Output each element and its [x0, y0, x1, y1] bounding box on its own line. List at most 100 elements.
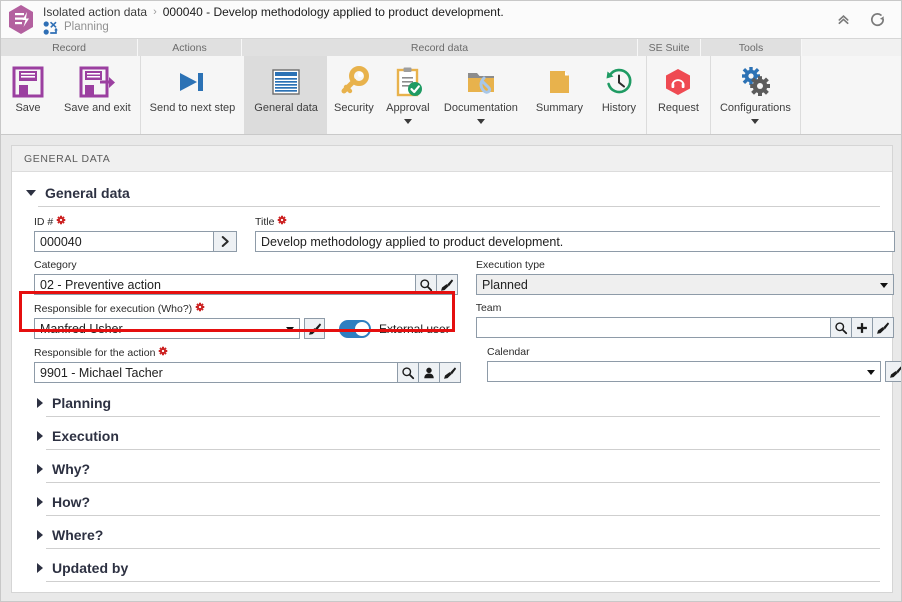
section-divider — [46, 548, 880, 549]
history-button[interactable]: History — [592, 56, 646, 134]
section-planning-header[interactable]: Planning — [34, 390, 880, 416]
section-where-title: Where? — [52, 527, 104, 543]
category-input[interactable]: 02 - Preventive action — [34, 274, 416, 295]
section-why-header[interactable]: Why? — [34, 456, 880, 482]
request-button[interactable]: Request — [647, 56, 710, 134]
chevron-down-icon — [867, 369, 875, 375]
ribbon-group-record: Save Save and exit — [1, 56, 141, 134]
brush-icon[interactable] — [885, 361, 901, 382]
chevron-right-icon — [37, 563, 43, 573]
approval-clipboard-icon — [391, 62, 425, 102]
field-responsible-action-label: Responsible for the action — [34, 346, 461, 360]
field-responsible-execution: Responsible for execution (Who?) Manfred… — [34, 302, 450, 339]
approval-button[interactable]: Approval — [381, 56, 435, 134]
request-label: Request — [657, 102, 699, 114]
section-general-data-header[interactable]: General data — [24, 180, 880, 206]
field-id-label-text: ID # — [34, 215, 54, 228]
documentation-dropdown-caret-icon[interactable] — [476, 119, 485, 124]
security-button[interactable]: Security — [327, 56, 381, 134]
configurations-dropdown-caret-icon[interactable] — [751, 119, 760, 124]
summary-page-icon — [542, 62, 576, 102]
field-responsible-execution-control: Manfred Usher External user — [34, 318, 450, 339]
person-icon[interactable] — [419, 362, 440, 383]
security-label: Security — [334, 102, 374, 114]
ribbon-tab-se-suite[interactable]: SE Suite — [638, 39, 701, 56]
history-label: History — [601, 102, 637, 114]
search-icon[interactable] — [830, 317, 852, 338]
field-calendar-label-text: Calendar — [487, 346, 530, 358]
id-input[interactable]: 000040 — [34, 231, 214, 252]
history-clock-icon — [602, 62, 636, 102]
field-execution-type-label-text: Execution type — [476, 259, 545, 271]
field-team: Team — [475, 302, 894, 339]
section-execution-title: Execution — [52, 428, 119, 444]
summary-button[interactable]: Summary — [527, 56, 592, 134]
field-calendar: Calendar — [487, 346, 901, 383]
section-divider — [46, 416, 880, 417]
section-why-title: Why? — [52, 461, 91, 477]
section-how-header[interactable]: How? — [34, 489, 880, 515]
field-title: Title Develop methodology applied to pro… — [255, 215, 895, 252]
documentation-button[interactable]: Documentation — [435, 56, 527, 134]
send-to-next-step-button[interactable]: Send to next step — [141, 56, 245, 134]
general-data-label: General data — [254, 102, 318, 114]
ribbon-group-se-suite: Request — [647, 56, 711, 134]
field-id-control: 000040 — [34, 231, 237, 252]
section-updated-by-header[interactable]: Updated by — [34, 555, 880, 581]
arrow-right-icon[interactable] — [214, 231, 237, 252]
configurations-label: Configurations — [719, 102, 791, 114]
form-row-category-executiontype: Category 02 - Preventive action Executio… — [34, 259, 894, 295]
external-user-toggle[interactable] — [339, 319, 371, 338]
field-responsible-execution-label: Responsible for execution (Who?) — [34, 302, 450, 316]
plus-icon[interactable] — [851, 317, 873, 338]
configurations-button[interactable]: Configurations — [711, 56, 800, 134]
section-execution-header[interactable]: Execution — [34, 423, 880, 449]
save-button[interactable]: Save — [1, 56, 55, 134]
brush-icon[interactable] — [872, 317, 894, 338]
brush-icon[interactable] — [440, 362, 461, 383]
general-data-button[interactable]: General data — [245, 56, 327, 134]
search-icon[interactable] — [416, 274, 437, 295]
save-and-exit-button[interactable]: Save and exit — [55, 56, 140, 134]
field-title-label: Title — [255, 215, 895, 229]
breadcrumb-root-link[interactable]: Isolated action data — [43, 5, 147, 19]
section-divider — [46, 515, 880, 516]
ribbon-tab-actions[interactable]: Actions — [138, 39, 242, 56]
refresh-icon[interactable] — [867, 10, 887, 30]
field-execution-type-label: Execution type — [476, 259, 894, 272]
required-marker-icon — [56, 215, 66, 229]
responsible-execution-select[interactable]: Manfred Usher — [34, 318, 300, 339]
section-where-header[interactable]: Where? — [34, 522, 880, 548]
field-id-label: ID # — [34, 215, 237, 229]
execution-type-select[interactable]: Planned — [476, 274, 894, 295]
ribbon-tab-record[interactable]: Record — [1, 39, 138, 56]
section-how-title: How? — [52, 494, 91, 510]
workflow-icon — [43, 20, 59, 35]
field-category: Category 02 - Preventive action — [34, 259, 458, 295]
ribbon-tab-tools[interactable]: Tools — [701, 39, 802, 56]
execution-type-value: Planned — [482, 277, 528, 292]
ribbon-tab-record-data[interactable]: Record data — [242, 39, 638, 56]
search-icon[interactable] — [398, 362, 419, 383]
team-input[interactable] — [475, 317, 831, 338]
save-floppy-icon — [11, 62, 45, 102]
ribbon-tab-strip: Record Actions Record data SE Suite Tool… — [1, 39, 901, 56]
chevron-down-icon — [286, 326, 294, 332]
field-execution-type: Execution type Planned — [476, 259, 894, 295]
approval-dropdown-caret-icon[interactable] — [403, 119, 412, 124]
summary-label: Summary — [535, 102, 583, 114]
form-row-id-title: ID # 000040 Title Develop methodology ap… — [34, 215, 895, 252]
double-chevron-up-icon[interactable] — [833, 10, 853, 30]
responsible-action-input[interactable]: 9901 - Michael Tacher — [34, 362, 398, 383]
ribbon-button-row: Save Save and exit Send to next step Gen… — [1, 56, 901, 134]
field-team-control — [475, 317, 894, 338]
send-to-next-step-label: Send to next step — [149, 102, 236, 114]
brush-icon[interactable] — [437, 274, 458, 295]
calendar-select[interactable] — [487, 361, 881, 382]
field-team-label: Team — [476, 302, 894, 315]
ribbon-group-actions: Send to next step — [141, 56, 246, 134]
brush-icon[interactable] — [304, 318, 325, 339]
save-and-exit-icon — [78, 62, 116, 102]
required-marker-icon — [195, 302, 205, 316]
title-input[interactable]: Develop methodology applied to product d… — [255, 231, 895, 252]
